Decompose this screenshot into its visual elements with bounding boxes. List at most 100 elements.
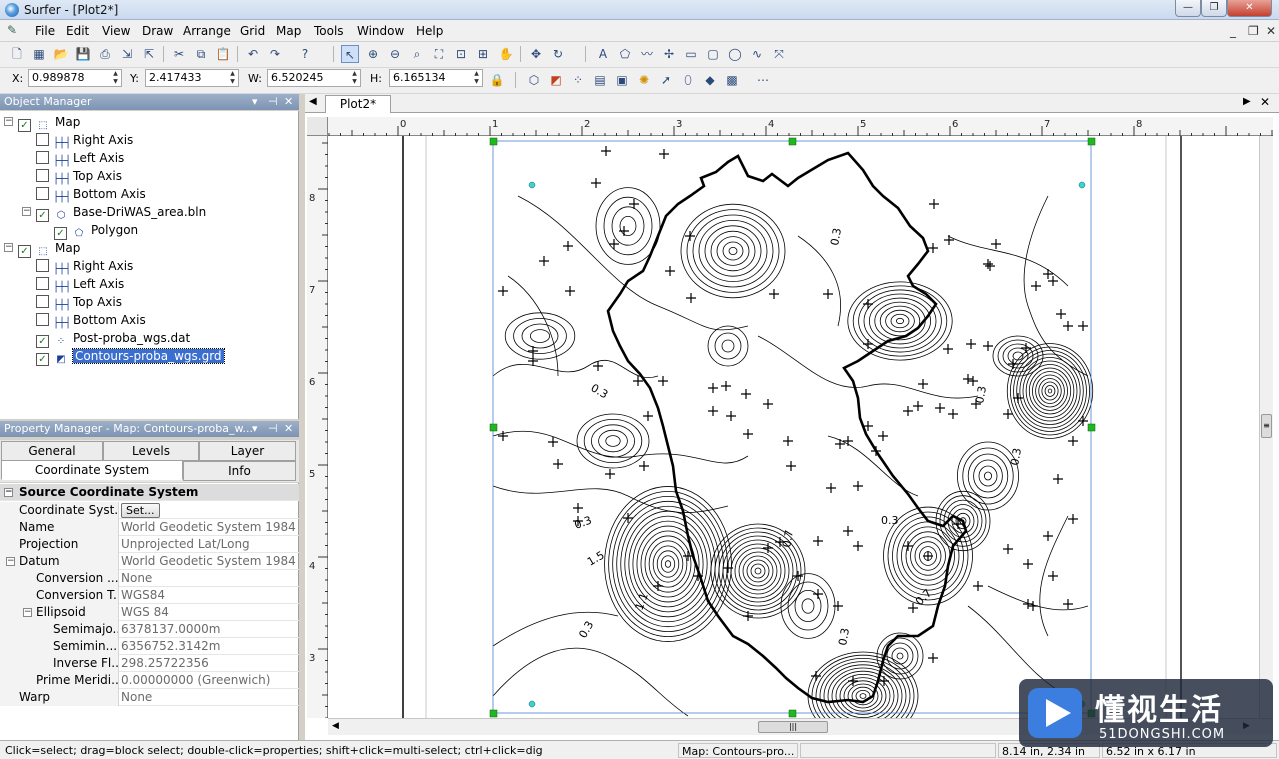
property-value[interactable]: World Geodetic System 1984 — [118, 519, 296, 536]
property-row[interactable]: Conversion T... WGS84 — [0, 587, 299, 604]
visibility-checkbox[interactable]: ✓ — [36, 353, 49, 366]
cut-icon[interactable]: ✂ — [170, 45, 188, 63]
text-tool-icon[interactable]: A — [594, 45, 612, 63]
zoom-out-icon[interactable]: ⊖ — [386, 45, 404, 63]
zoom-fit-icon[interactable]: ⛶ — [430, 45, 448, 63]
tab-plot2[interactable]: Plot2* — [325, 95, 391, 113]
surface-icon[interactable]: ◆ — [701, 71, 719, 89]
resize-handle[interactable] — [489, 709, 498, 718]
visibility-checkbox[interactable]: ✓ — [18, 245, 31, 258]
tree-item[interactable]: ├┼┤ Right Axis — [36, 257, 133, 275]
lock-icon[interactable]: 🔒 — [488, 71, 506, 89]
zoom-rect-icon[interactable]: ⌕ — [408, 45, 426, 63]
property-value[interactable]: Unprojected Lat/Long — [118, 536, 250, 553]
redraw-icon[interactable]: ↻ — [549, 45, 567, 63]
reshape-tool-icon[interactable]: ⤧ — [770, 45, 788, 63]
tab-scroll-left-icon[interactable]: ◀ — [309, 96, 317, 107]
mdi-minimize-button[interactable]: _ — [1230, 24, 1236, 38]
y-field[interactable]: 2.417433 ▲ ▼ — [145, 69, 239, 87]
visibility-checkbox[interactable] — [36, 187, 49, 200]
menu-map[interactable]: Map — [276, 24, 301, 38]
tree-expander-icon[interactable]: − — [4, 243, 13, 252]
move-icon[interactable]: ✥ — [527, 45, 545, 63]
zoom-in-icon[interactable]: ⊕ — [364, 45, 382, 63]
export-icon[interactable]: ⇱ — [140, 45, 158, 63]
menu-tools[interactable]: Tools — [314, 24, 344, 38]
ellipse-tool-icon[interactable]: ◯ — [726, 45, 744, 63]
tree-item[interactable]: ├┼┤ Left Axis — [36, 149, 124, 167]
rotate-handle[interactable] — [1078, 181, 1086, 189]
width-field[interactable]: 6.520245 ▲ ▼ — [267, 69, 361, 87]
boundary-polygon[interactable] — [606, 151, 968, 704]
tree-expander-icon[interactable]: − — [4, 117, 13, 126]
menu-grid[interactable]: Grid — [240, 24, 265, 38]
contour-map[interactable]: 0.30.30.30.30.3 0.30.71.51.10.3 0.30.7 — [328, 136, 1273, 718]
property-value[interactable]: None — [118, 570, 152, 587]
visibility-checkbox[interactable]: ✓ — [18, 119, 31, 132]
tree-item[interactable]: ├┼┤ Right Axis — [36, 131, 133, 149]
resize-handle[interactable] — [788, 709, 797, 718]
property-row[interactable]: Prime Meridi... 0.00000000 (Greenwich) — [0, 672, 299, 689]
menu-view[interactable]: View — [102, 24, 130, 38]
tree-item[interactable]: ✓ ⬚ Map — [18, 239, 80, 258]
visibility-checkbox[interactable] — [36, 259, 49, 272]
symbol-tool-icon[interactable]: ✢ — [660, 45, 678, 63]
panel-dropdown-icon[interactable]: ▾ — [252, 421, 258, 437]
property-row[interactable]: Semimin... 6356752.3142m — [0, 638, 299, 655]
tree-item[interactable]: ✓ ⬠ Polygon — [54, 221, 138, 240]
panel-pin-icon[interactable]: ⊣ — [268, 421, 278, 437]
vertical-scrollbar[interactable]: ≡ — [1259, 136, 1273, 718]
property-value[interactable]: WGS84 — [118, 587, 165, 604]
tree-item[interactable]: ├┼┤ Bottom Axis — [36, 185, 146, 203]
x-field[interactable]: 0.989878 ▲ ▼ — [28, 69, 122, 87]
tab-general[interactable]: General — [1, 441, 103, 461]
post-map-icon[interactable]: ⁘ — [569, 71, 587, 89]
mdi-restore-button[interactable]: ❐ — [1248, 24, 1259, 38]
w-spinner-icon[interactable]: ▲ ▼ — [349, 70, 360, 86]
height-field[interactable]: 6.165134 ▲ ▼ — [389, 69, 483, 87]
restore-button[interactable]: ❐ — [1201, 0, 1227, 17]
panel-close-icon[interactable]: ✕ — [284, 94, 293, 110]
menu-help[interactable]: Help — [416, 24, 443, 38]
visibility-checkbox[interactable] — [36, 313, 49, 326]
property-value[interactable]: None — [118, 689, 152, 706]
tree-item[interactable]: ✓ ⁘ Post-proba_wgs.dat — [36, 329, 190, 348]
visibility-checkbox[interactable] — [36, 151, 49, 164]
collapse-icon[interactable]: − — [23, 608, 32, 617]
tree-item[interactable]: ├┼┤ Left Axis — [36, 275, 124, 293]
horizontal-scroll-thumb[interactable]: ||| — [758, 721, 828, 733]
document-close-icon[interactable]: ✕ — [1260, 95, 1270, 109]
copy-icon[interactable]: ⧉ — [192, 45, 210, 63]
tree-item[interactable]: ├┼┤ Top Axis — [36, 293, 122, 311]
shaded-relief-icon[interactable]: ✺ — [635, 71, 653, 89]
polyline-tool-icon[interactable]: 〰 — [638, 45, 656, 63]
menu-draw[interactable]: Draw — [142, 24, 173, 38]
collapse-icon[interactable]: − — [4, 488, 13, 497]
panel-dropdown-icon[interactable]: ▾ — [252, 94, 258, 110]
raster-map-icon[interactable]: ▩ — [723, 71, 741, 89]
visibility-checkbox[interactable] — [36, 295, 49, 308]
property-row[interactable]: Datum − World Geodetic System 1984 — [0, 553, 299, 570]
new-icon[interactable]: 🗋 — [8, 45, 26, 63]
property-row[interactable]: Coordinate Syst... Set... — [0, 502, 299, 519]
property-value[interactable]: 6356752.3142m — [118, 638, 221, 655]
tree-expander-icon[interactable]: − — [22, 207, 31, 216]
rectangle-tool-icon[interactable]: ▭ — [682, 45, 700, 63]
save-icon[interactable]: 💾 — [74, 45, 92, 63]
contour-map-icon[interactable]: ◩ — [547, 71, 565, 89]
open-icon[interactable]: 📂 — [52, 45, 70, 63]
document-menu-icon[interactable]: ✎ — [7, 23, 17, 37]
resize-handle[interactable] — [1087, 423, 1096, 432]
property-row[interactable]: Name World Geodetic System 1984 — [0, 519, 299, 536]
tab-info[interactable]: Info — [183, 461, 296, 481]
tab-layer[interactable]: Layer — [199, 441, 296, 461]
zoom-page-icon[interactable]: ⊡ — [452, 45, 470, 63]
collapse-icon[interactable]: − — [6, 557, 15, 566]
resize-handle[interactable] — [489, 423, 498, 432]
property-row[interactable]: Warp None — [0, 689, 299, 706]
visibility-checkbox[interactable] — [36, 169, 49, 182]
wireframe-icon[interactable]: ⬯ — [679, 71, 697, 89]
rotate-handle[interactable] — [528, 700, 536, 708]
tree-item[interactable]: ✓ ⬚ Map — [18, 113, 80, 132]
property-row[interactable]: Inverse Fl... 298.25722356 — [0, 655, 299, 672]
